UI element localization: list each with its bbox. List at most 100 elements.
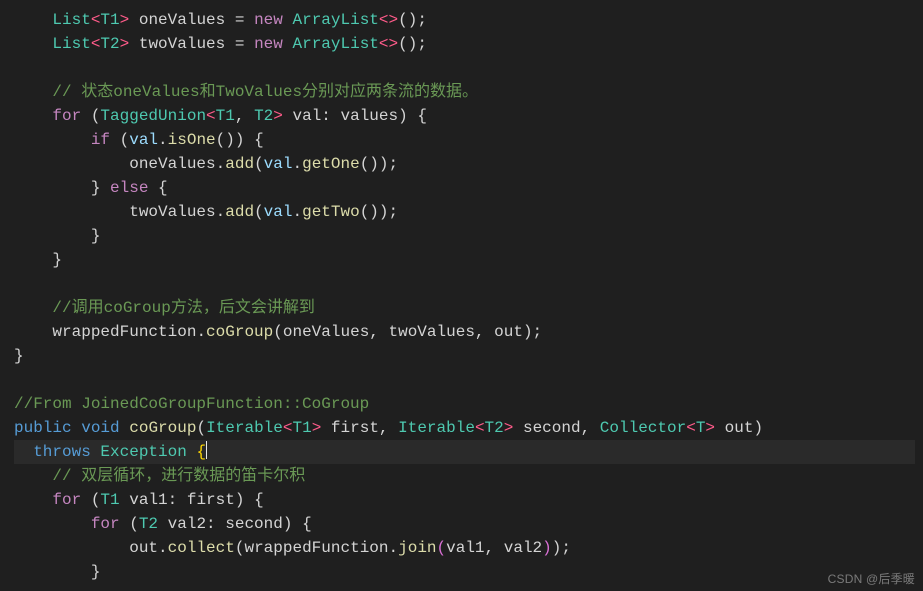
code-token: T1 bbox=[216, 107, 235, 125]
code-token: oneValues bbox=[129, 155, 215, 173]
code-token: wrappedFunction bbox=[244, 539, 388, 557]
code-token: first bbox=[331, 419, 379, 437]
code-line[interactable]: oneValues.add(val.getOne()); bbox=[14, 155, 398, 173]
code-token: ( bbox=[273, 323, 283, 341]
code-token: out bbox=[129, 539, 158, 557]
code-token: ( bbox=[110, 131, 129, 149]
code-token: . bbox=[158, 131, 168, 149]
code-token: ( bbox=[81, 107, 100, 125]
code-line[interactable]: for (T2 val2: second) { bbox=[14, 515, 312, 533]
code-token: T2 bbox=[139, 515, 158, 533]
code-line[interactable]: } bbox=[14, 563, 100, 581]
code-token: : bbox=[168, 491, 187, 509]
code-token: for bbox=[52, 107, 81, 125]
code-line[interactable]: if (val.isOne()) { bbox=[14, 131, 264, 149]
code-token: getOne bbox=[302, 155, 360, 173]
code-token: . bbox=[292, 155, 302, 173]
code-token: val1 bbox=[129, 491, 167, 509]
code-token bbox=[158, 515, 168, 533]
code-token: : bbox=[321, 107, 340, 125]
code-token: > bbox=[705, 419, 715, 437]
code-token: ); bbox=[523, 323, 542, 341]
code-token bbox=[129, 11, 139, 29]
code-line[interactable]: // 状态oneValues和TwoValues分别对应两条流的数据。 bbox=[14, 83, 478, 101]
code-token: } bbox=[14, 179, 110, 197]
code-token: . bbox=[389, 539, 399, 557]
code-token: , bbox=[581, 419, 600, 437]
code-token: // 状态oneValues和TwoValues分别对应两条流的数据。 bbox=[52, 83, 478, 101]
code-token: < bbox=[206, 107, 216, 125]
code-token: (); bbox=[398, 35, 427, 53]
code-token: Iterable bbox=[206, 419, 283, 437]
code-token: Collector bbox=[600, 419, 686, 437]
code-token: ArrayList bbox=[292, 11, 378, 29]
code-token: <> bbox=[379, 11, 398, 29]
code-line[interactable]: // 双层循环，进行数据的笛卡尔积 bbox=[14, 467, 305, 485]
code-line[interactable]: for (TaggedUnion<T1, T2> val: values) { bbox=[14, 107, 427, 125]
code-editor[interactable]: List<T1> oneValues = new ArrayList<>(); … bbox=[0, 0, 923, 591]
code-token: values bbox=[341, 107, 399, 125]
code-token: val bbox=[292, 107, 321, 125]
code-token: val1 bbox=[446, 539, 484, 557]
code-token bbox=[120, 419, 130, 437]
code-token: = bbox=[235, 35, 254, 53]
code-line[interactable]: List<T1> oneValues = new ArrayList<>(); bbox=[14, 11, 427, 29]
code-line[interactable]: List<T2> twoValues = new ArrayList<>(); bbox=[14, 35, 427, 53]
code-token: . bbox=[216, 155, 226, 173]
code-token: ) { bbox=[398, 107, 427, 125]
code-line[interactable]: } bbox=[14, 347, 24, 365]
code-line[interactable]: for (T1 val1: first) { bbox=[14, 491, 264, 509]
code-token: oneValues bbox=[139, 11, 235, 29]
code-token: ( bbox=[254, 203, 264, 221]
code-token: > bbox=[312, 419, 322, 437]
code-line[interactable]: } bbox=[14, 251, 62, 269]
code-token: isOne bbox=[168, 131, 216, 149]
code-token: , bbox=[485, 539, 504, 557]
code-token bbox=[14, 467, 52, 485]
code-token: for bbox=[52, 491, 81, 509]
code-line[interactable]: public void coGroup(Iterable<T1> first, … bbox=[14, 419, 763, 437]
code-line[interactable]: } else { bbox=[14, 179, 168, 197]
code-token: public bbox=[14, 419, 72, 437]
code-token: else bbox=[110, 179, 148, 197]
code-line[interactable]: //调用coGroup方法，后文会讲解到 bbox=[14, 299, 315, 317]
code-token: T bbox=[696, 419, 706, 437]
code-token: T1 bbox=[100, 491, 119, 509]
code-token: ( bbox=[196, 419, 206, 437]
code-line[interactable]: } bbox=[14, 227, 100, 245]
code-token: , bbox=[379, 419, 398, 437]
code-token bbox=[321, 419, 331, 437]
code-token: twoValues bbox=[139, 35, 235, 53]
code-token: = bbox=[235, 11, 254, 29]
code-token: > bbox=[273, 107, 283, 125]
code-token: List bbox=[52, 11, 90, 29]
code-token: new bbox=[254, 11, 283, 29]
code-line[interactable]: out.collect(wrappedFunction.join(val1, v… bbox=[14, 539, 571, 557]
code-token: for bbox=[91, 515, 120, 533]
code-token bbox=[14, 155, 129, 173]
watermark-text: CSDN @后季暖 bbox=[828, 570, 915, 587]
code-token: coGroup bbox=[206, 323, 273, 341]
code-token: , bbox=[475, 323, 494, 341]
code-token: (); bbox=[398, 11, 427, 29]
code-token: oneValues bbox=[283, 323, 369, 341]
code-token bbox=[14, 35, 52, 53]
code-token: T2 bbox=[485, 419, 504, 437]
code-line[interactable]: //From JoinedCoGroupFunction::CoGroup bbox=[14, 395, 369, 413]
code-token: ) { bbox=[235, 491, 264, 509]
code-token: T2 bbox=[100, 35, 119, 53]
code-token: > bbox=[120, 11, 130, 29]
code-token: , bbox=[369, 323, 388, 341]
code-token: add bbox=[225, 203, 254, 221]
code-token: TaggedUnion bbox=[100, 107, 206, 125]
code-line[interactable]: throws Exception { bbox=[14, 440, 915, 464]
code-line[interactable]: wrappedFunction.coGroup(oneValues, twoVa… bbox=[14, 323, 542, 341]
code-token bbox=[14, 539, 129, 557]
code-token: if bbox=[91, 131, 110, 149]
code-token: T1 bbox=[292, 419, 311, 437]
code-line[interactable]: twoValues.add(val.getTwo()); bbox=[14, 203, 398, 221]
code-token: ()) { bbox=[216, 131, 264, 149]
code-token: ); bbox=[552, 539, 571, 557]
code-token: T1 bbox=[100, 11, 119, 29]
code-token: } bbox=[14, 227, 100, 245]
